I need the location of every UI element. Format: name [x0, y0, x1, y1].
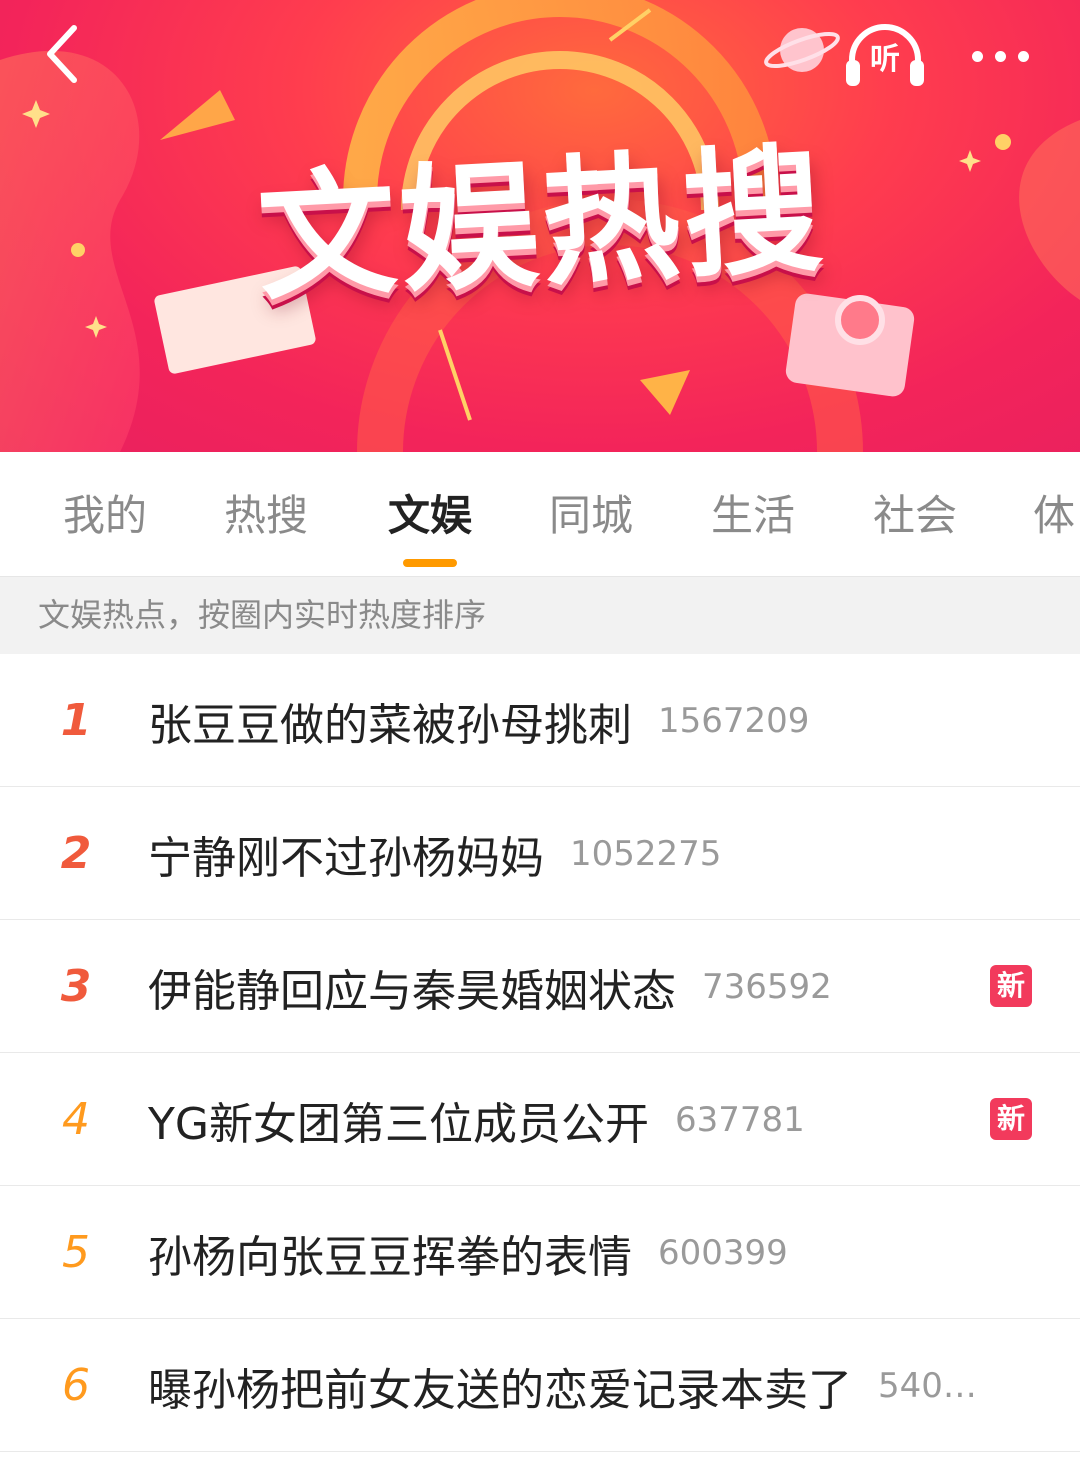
rank-number: 3 — [60, 961, 92, 1012]
list-item[interactable]: 6 曝孙杨把前女友送的恋爱记录本卖了 540… — [0, 1319, 1080, 1452]
heat-count: 540… — [878, 1365, 977, 1406]
heat-count: 1052275 — [570, 833, 722, 874]
topic-title: 宁静刚不过孙杨妈妈 — [148, 832, 544, 884]
tab-local[interactable]: 同城 — [521, 452, 661, 576]
rank-number: 6 — [62, 1360, 90, 1411]
more-dots-icon — [971, 50, 983, 62]
new-badge: 新 — [990, 1098, 1032, 1140]
heat-count: 600399 — [658, 1232, 788, 1273]
list-item[interactable]: 2 宁静刚不过孙杨妈妈 1052275 — [0, 787, 1080, 920]
more-dot — [994, 50, 1006, 62]
list-item[interactable]: 4 YG新女团第三位成员公开 637781 新 — [0, 1053, 1080, 1186]
ranking-hint: 文娱热点，按圈内实时热度排序 — [0, 577, 1080, 654]
chevron-left-icon — [47, 25, 77, 83]
active-tab-indicator — [403, 559, 457, 567]
back-button[interactable] — [30, 22, 94, 86]
rank-number: 4 — [62, 1094, 90, 1145]
heat-count: 637781 — [674, 1099, 805, 1140]
rank-number: 5 — [62, 1227, 90, 1278]
heat-count: 1567209 — [658, 700, 810, 741]
rank-number: 1 — [60, 695, 92, 746]
listen-label: 听 — [870, 42, 900, 77]
more-options-button[interactable] — [958, 30, 1042, 82]
topic-title: YG新女团第三位成员公开 — [148, 1098, 649, 1150]
tab-life[interactable]: 生活 — [683, 452, 823, 576]
hot-search-list: 1 张豆豆做的菜被孙母挑刺 1567209 2 宁静刚不过孙杨妈妈 105227… — [0, 654, 1080, 1452]
category-tabs: 我的 热搜 文娱 同城 生活 社会 体 — [0, 452, 1080, 577]
more-dot — [1017, 50, 1029, 62]
listen-button[interactable]: 听 — [842, 20, 928, 90]
topic-title: 曝孙杨把前女友送的恋爱记录本卖了 — [148, 1364, 852, 1416]
list-item[interactable]: 5 孙杨向张豆豆挥拳的表情 600399 — [0, 1186, 1080, 1319]
tab-sports[interactable]: 体 — [1007, 452, 1080, 576]
tab-entertainment[interactable]: 文娱 — [360, 452, 500, 576]
new-badge: 新 — [990, 965, 1032, 1007]
topic-title: 伊能静回应与秦昊婚姻状态 — [148, 965, 676, 1017]
list-item[interactable]: 1 张豆豆做的菜被孙母挑刺 1567209 — [0, 654, 1080, 787]
topic-title: 孙杨向张豆豆挥拳的表情 — [148, 1231, 632, 1283]
tab-mine[interactable]: 我的 — [35, 452, 175, 576]
tab-hot-search[interactable]: 热搜 — [196, 452, 336, 576]
rank-number: 2 — [60, 828, 92, 879]
heat-count: 736592 — [702, 966, 832, 1007]
list-item[interactable]: 3 伊能静回应与秦昊婚姻状态 736592 新 — [0, 920, 1080, 1053]
header-banner: 听 文娱热搜 — [0, 0, 1080, 452]
banner-title: 文娱热搜 — [254, 129, 830, 320]
tab-society[interactable]: 社会 — [845, 452, 985, 576]
topic-title: 张豆豆做的菜被孙母挑刺 — [148, 699, 632, 751]
